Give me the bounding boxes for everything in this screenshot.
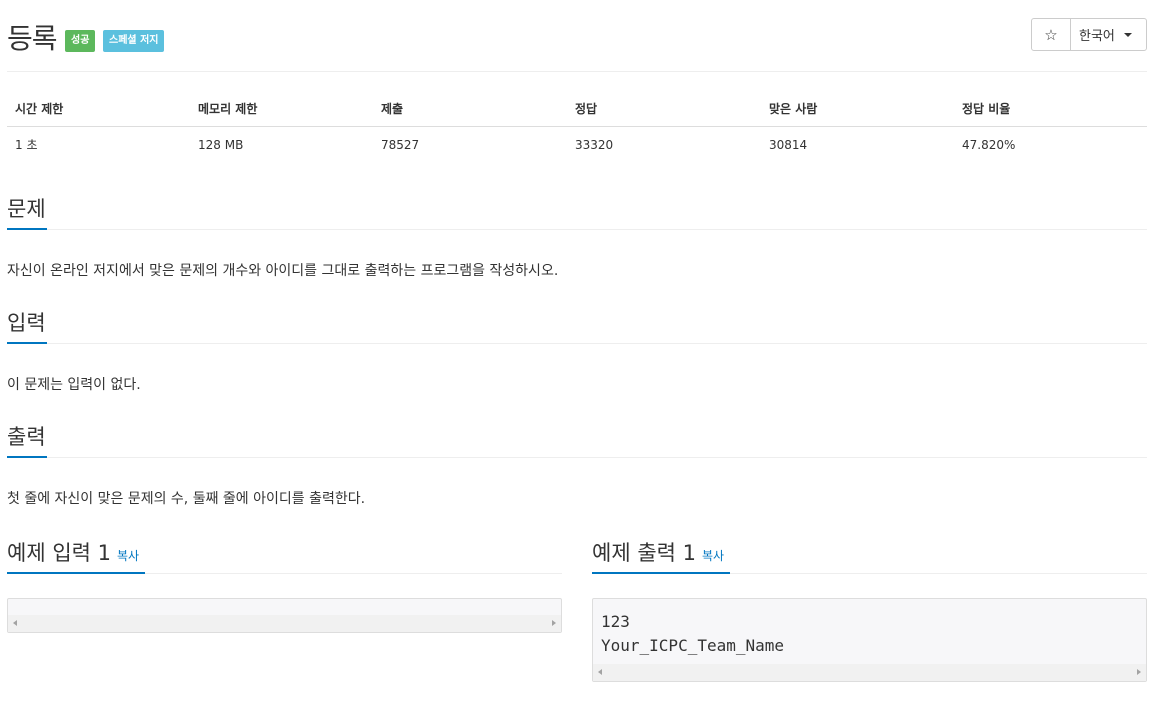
- scroll-left-icon[interactable]: [598, 669, 602, 675]
- sample-output-title: 예제 출력 1 복사: [592, 537, 724, 567]
- table-header-row: 시간 제한 메모리 제한 제출 정답 맞은 사람 정답 비율: [7, 91, 1147, 127]
- scroll-right-icon[interactable]: [552, 620, 556, 626]
- cell-memory-limit: 128 MB: [198, 137, 244, 152]
- input-section-title: 입력: [7, 311, 46, 335]
- sample-input-content: [8, 599, 561, 610]
- sample-output-content: 123 Your_ICPC_Team_Name: [601, 612, 785, 655]
- status-badge-special-judge[interactable]: 스페셜 저지: [103, 30, 165, 52]
- sample-output-label: 예제 출력 1: [592, 541, 696, 565]
- section-underline: [592, 572, 730, 574]
- cell-accepted: 33320: [575, 137, 614, 152]
- cell-solvers[interactable]: 30814: [761, 126, 954, 163]
- scroll-right-icon[interactable]: [1137, 669, 1141, 675]
- favorite-button[interactable]: ☆: [1032, 19, 1071, 50]
- output-description: 첫 줄에 자신이 맞은 문제의 수, 둘째 줄에 아이디를 출력한다.: [7, 491, 366, 507]
- divider: [7, 229, 1147, 230]
- page-header: 등록 성공 스페셜 저지 ☆ 한국어: [7, 12, 1147, 72]
- page-title: 등록: [7, 22, 58, 55]
- status-badge-success[interactable]: 성공: [65, 30, 96, 52]
- divider: [7, 457, 1147, 458]
- problem-section-title: 문제: [7, 197, 46, 221]
- sample-input-title: 예제 입력 1 복사: [7, 537, 139, 567]
- column-header-time-limit: 시간 제한: [7, 91, 190, 127]
- section-underline: [7, 342, 47, 344]
- column-header-accept-rate: 정답 비율: [954, 91, 1147, 127]
- column-header-memory-limit: 메모리 제한: [190, 91, 373, 127]
- language-label: 한국어: [1079, 29, 1115, 44]
- cell-submissions[interactable]: 78527: [373, 126, 567, 163]
- output-section-title: 출력: [7, 425, 46, 449]
- star-icon: ☆: [1044, 25, 1058, 44]
- scroll-left-icon[interactable]: [13, 620, 17, 626]
- problem-description: 자신이 온라인 저지에서 맞은 문제의 개수와 아이디를 그대로 출력하는 프로…: [7, 263, 559, 279]
- column-header-solvers: 맞은 사람: [761, 91, 954, 127]
- section-underline: [7, 456, 47, 458]
- cell-accept-rate: 47.820%: [962, 137, 1016, 152]
- horizontal-scrollbar[interactable]: [8, 615, 561, 632]
- copy-output-link[interactable]: 복사: [702, 549, 724, 563]
- column-header-accepted: 정답: [567, 91, 761, 127]
- sample-output-box[interactable]: 123 Your_ICPC_Team_Name: [592, 598, 1147, 682]
- header-button-group: ☆ 한국어: [1031, 18, 1147, 51]
- horizontal-scrollbar[interactable]: [593, 664, 1146, 681]
- copy-input-link[interactable]: 복사: [117, 549, 139, 563]
- problem-info-table: 시간 제한 메모리 제한 제출 정답 맞은 사람 정답 비율 1 초 128 M…: [7, 91, 1147, 163]
- caret-down-icon: [1123, 32, 1132, 37]
- table-row: 1 초 128 MB 78527 33320 30814 47.820%: [7, 126, 1147, 163]
- input-description: 이 문제는 입력이 없다.: [7, 377, 141, 393]
- column-header-submissions: 제출: [373, 91, 567, 127]
- section-underline: [7, 228, 47, 230]
- cell-time-limit: 1 초: [15, 138, 38, 153]
- sample-input-label: 예제 입력 1: [7, 541, 111, 565]
- sample-input-box[interactable]: [7, 598, 562, 633]
- language-dropdown[interactable]: 한국어: [1071, 19, 1146, 50]
- section-underline: [7, 572, 145, 574]
- divider: [7, 343, 1147, 344]
